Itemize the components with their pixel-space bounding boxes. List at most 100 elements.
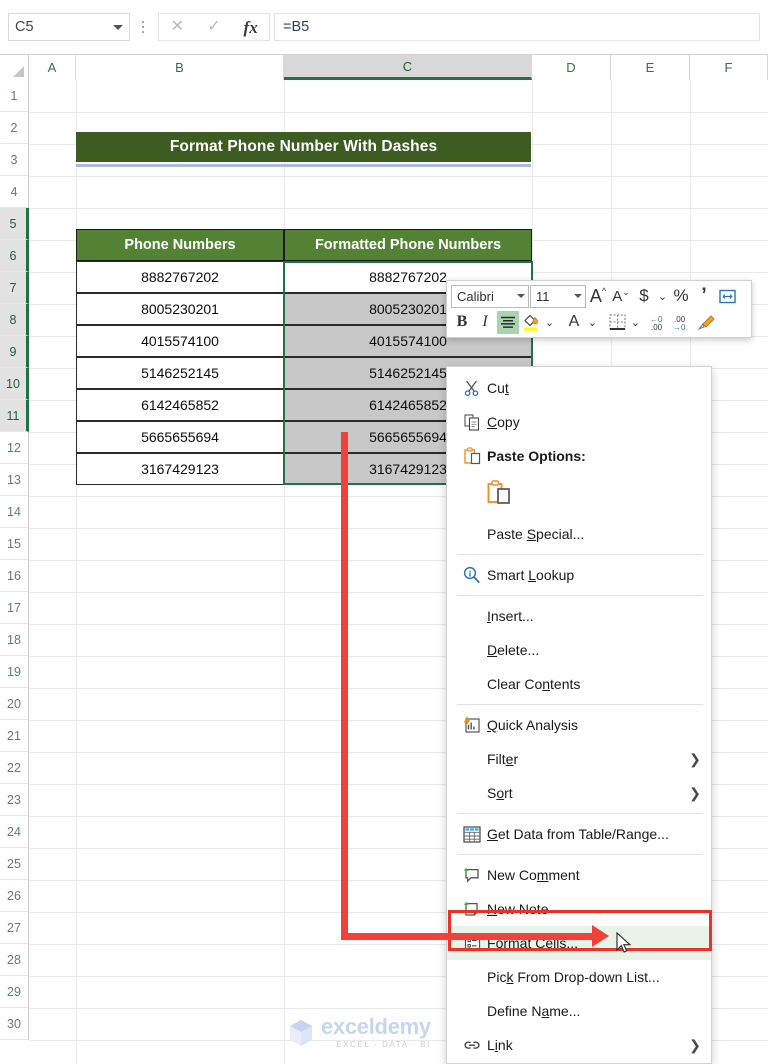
row-header-18[interactable]: 18: [0, 624, 29, 656]
paste-option-keep-source-formatting[interactable]: [447, 473, 711, 517]
menu-item-clear-contents[interactable]: Clear Contents: [447, 667, 711, 701]
row-header-11[interactable]: 11: [0, 400, 29, 432]
font-size-combobox[interactable]: 11: [530, 284, 586, 308]
row-headers: 1 2 3 4 5 6 7 8 9 10 11 12 13 14 15 16 17 18 19 20 21 22 23 24 2…: [0, 80, 29, 1040]
font-color-dropdown-icon[interactable]: ⌄: [586, 311, 599, 334]
row-header-12[interactable]: 12: [0, 432, 29, 464]
decrease-decimal-icon[interactable]: ←0.00: [649, 311, 671, 334]
row-header-13[interactable]: 13: [0, 464, 29, 496]
row-header-17[interactable]: 17: [0, 592, 29, 624]
cell-b7[interactable]: 4015574100: [76, 325, 284, 357]
name-box[interactable]: C5: [8, 13, 130, 41]
row-header-22[interactable]: 22: [0, 752, 29, 784]
column-header-f[interactable]: F: [690, 55, 768, 80]
menu-item-pick-dropdown[interactable]: Pick From Drop-down List...: [447, 960, 711, 994]
cell-b9[interactable]: 6142465852: [76, 389, 284, 421]
menu-item-copy[interactable]: Copy: [447, 405, 711, 439]
insert-function-icon[interactable]: fx: [236, 19, 266, 36]
fill-color-dropdown-icon[interactable]: ⌄: [543, 311, 556, 334]
bold-icon[interactable]: B: [451, 311, 473, 334]
row-header-19[interactable]: 19: [0, 656, 29, 688]
mini-formatting-toolbar[interactable]: Calibri 11 A ^ A ⌄ $ ⌄ % ’ B I ⌄ A ⌄ ⌄ ←…: [446, 280, 752, 338]
borders-dropdown-icon[interactable]: ⌄: [629, 311, 642, 334]
select-all-corner[interactable]: [0, 55, 29, 80]
font-name-combobox[interactable]: Calibri: [451, 284, 529, 308]
menu-item-delete[interactable]: Delete...: [447, 633, 711, 667]
cell-context-menu[interactable]: Cut Copy Paste Options: Paste Special... Sma…: [446, 366, 712, 1064]
row-header-25[interactable]: 25: [0, 848, 29, 880]
comma-style-icon[interactable]: ’: [693, 285, 715, 308]
row-header-30[interactable]: 30: [0, 1008, 29, 1040]
row-header-3[interactable]: 3: [0, 144, 29, 176]
row-header-24[interactable]: 24: [0, 816, 29, 848]
row-header-4[interactable]: 4: [0, 176, 29, 208]
row-header-28[interactable]: 28: [0, 944, 29, 976]
column-header-b[interactable]: B: [76, 55, 284, 80]
chevron-right-icon[interactable]: ❯: [687, 751, 703, 768]
font-color-icon[interactable]: A: [563, 311, 585, 334]
fill-color-icon[interactable]: [520, 311, 542, 334]
menu-item-label: Insert...: [487, 608, 534, 624]
chevron-down-icon[interactable]: [517, 294, 525, 298]
menu-item-define-name[interactable]: Define Name...: [447, 994, 711, 1028]
formula-value: =B5: [283, 19, 310, 35]
chevron-down-icon[interactable]: [113, 24, 123, 30]
row-header-23[interactable]: 23: [0, 784, 29, 816]
menu-item-insert[interactable]: Insert...: [447, 599, 711, 633]
row-header-21[interactable]: 21: [0, 720, 29, 752]
row-header-16[interactable]: 16: [0, 560, 29, 592]
center-align-icon[interactable]: [497, 310, 519, 334]
menu-item-new-comment[interactable]: New Comment: [447, 858, 711, 892]
row-header-5[interactable]: 5: [0, 208, 29, 240]
percent-style-icon[interactable]: %: [670, 285, 692, 308]
menu-item-link[interactable]: Link ❯: [447, 1028, 711, 1062]
accounting-dropdown-icon[interactable]: ⌄: [656, 285, 669, 308]
borders-icon[interactable]: [606, 311, 628, 334]
format-painter-icon[interactable]: [695, 311, 717, 334]
menu-item-get-data[interactable]: Get Data from Table/Range...: [447, 817, 711, 851]
cell-b11[interactable]: 3167429123: [76, 453, 284, 485]
menu-item-filter[interactable]: Filter ❯: [447, 742, 711, 776]
row-header-7[interactable]: 7: [0, 272, 29, 304]
column-header-d[interactable]: D: [532, 55, 611, 80]
menu-item-quick-analysis[interactable]: Quick Analysis: [447, 708, 711, 742]
cell-b6[interactable]: 8005230201: [76, 293, 284, 325]
row-header-20[interactable]: 20: [0, 688, 29, 720]
formula-input[interactable]: =B5: [274, 13, 760, 41]
row-header-6[interactable]: 6: [0, 240, 29, 272]
row-header-14[interactable]: 14: [0, 496, 29, 528]
menu-item-format-cells[interactable]: Format Cells...: [447, 926, 711, 960]
row-header-29[interactable]: 29: [0, 976, 29, 1008]
chevron-down-icon[interactable]: [574, 294, 582, 298]
column-header-a[interactable]: A: [29, 55, 76, 80]
column-header-c[interactable]: C: [284, 55, 532, 80]
cell-b5[interactable]: 8882767202: [76, 261, 284, 293]
menu-item-sort[interactable]: Sort ❯: [447, 776, 711, 810]
cell-b10[interactable]: 5665655694: [76, 421, 284, 453]
increase-decimal-icon[interactable]: .00 →0: [672, 311, 694, 334]
row-header-8[interactable]: 8: [0, 304, 29, 336]
cell-b8[interactable]: 5146252145: [76, 357, 284, 389]
increase-font-size-icon[interactable]: A ^: [587, 285, 609, 308]
decrease-font-size-icon[interactable]: A ⌄: [610, 285, 632, 308]
merge-and-center-icon[interactable]: [716, 285, 738, 308]
chevron-right-icon[interactable]: ❯: [687, 785, 703, 802]
italic-icon[interactable]: I: [474, 311, 496, 334]
row-header-1[interactable]: 1: [0, 80, 29, 112]
row-header-15[interactable]: 15: [0, 528, 29, 560]
more-options-icon[interactable]: [132, 13, 154, 41]
row-header-27[interactable]: 27: [0, 912, 29, 944]
check-icon[interactable]: ✓: [199, 19, 229, 35]
row-header-2[interactable]: 2: [0, 112, 29, 144]
menu-item-paste-special[interactable]: Paste Special...: [447, 517, 711, 551]
menu-item-new-note[interactable]: New Note: [447, 892, 711, 926]
row-header-10[interactable]: 10: [0, 368, 29, 400]
accounting-number-format-icon[interactable]: $: [633, 285, 655, 308]
menu-item-cut[interactable]: Cut: [447, 371, 711, 405]
column-header-e[interactable]: E: [611, 55, 690, 80]
chevron-right-icon[interactable]: ❯: [687, 1037, 703, 1054]
row-header-26[interactable]: 26: [0, 880, 29, 912]
close-icon[interactable]: ✕: [162, 19, 192, 35]
menu-item-smart-lookup[interactable]: Smart Lookup: [447, 558, 711, 592]
row-header-9[interactable]: 9: [0, 336, 29, 368]
